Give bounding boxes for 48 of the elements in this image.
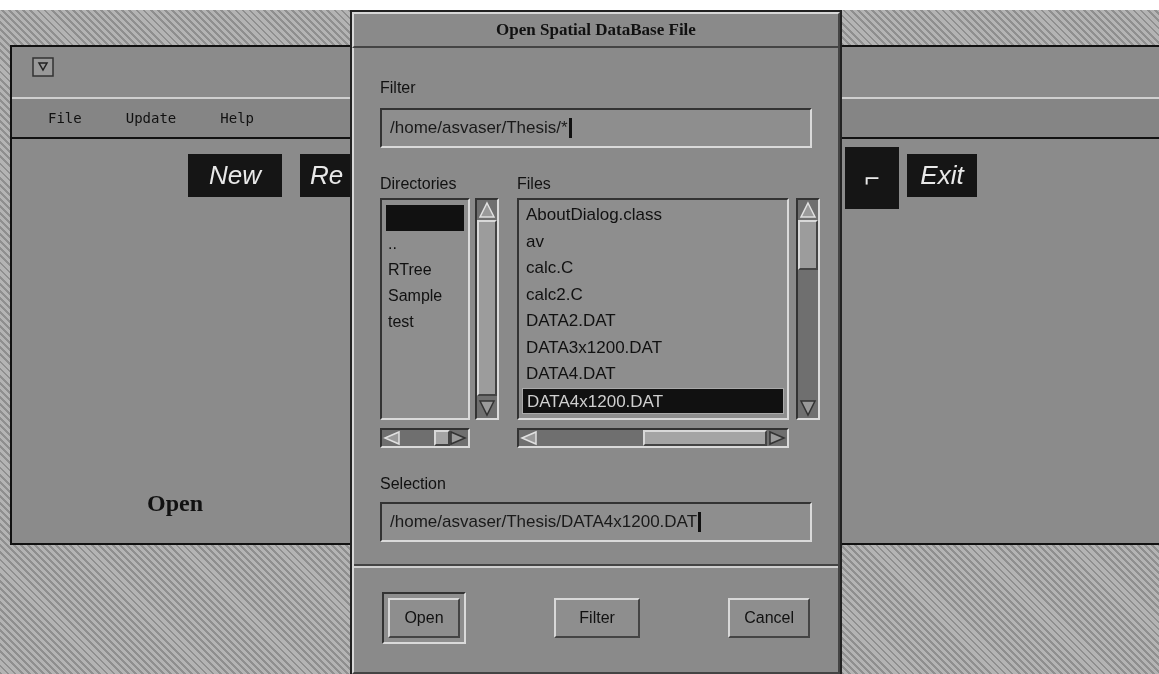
directory-row[interactable]: test [386, 309, 464, 335]
menu-item[interactable]: Update [125, 107, 177, 129]
vertical-scrollbar[interactable] [796, 198, 820, 420]
right-arrow-icon[interactable] [449, 430, 467, 446]
text-cursor-icon [568, 118, 572, 138]
toolbar-button[interactable]: New [188, 154, 282, 197]
down-arrow-icon[interactable] [799, 399, 817, 417]
directory-row[interactable]: .. [386, 231, 464, 257]
up-arrow-icon[interactable] [799, 201, 817, 219]
menu-item[interactable]: File [48, 107, 82, 129]
horizontal-scrollbar[interactable] [517, 428, 789, 448]
left-arrow-icon[interactable] [520, 430, 538, 446]
up-arrow-icon[interactable] [478, 201, 496, 219]
scroll-thumb[interactable] [434, 430, 450, 446]
dialog-button[interactable]: Filter [554, 598, 641, 638]
dialog-title: Open Spatial DataBase File [496, 19, 696, 42]
scroll-thumb[interactable] [477, 220, 497, 396]
directory-row[interactable]: Sample [386, 283, 464, 309]
list-row[interactable]: av [522, 228, 784, 255]
list-row[interactable]: AboutDialog.class [522, 202, 784, 229]
list-row[interactable]: DATA3x1200.DAT [522, 334, 784, 361]
window-menu-icon[interactable] [32, 57, 54, 77]
menu-item[interactable]: Help [220, 107, 254, 129]
scroll-thumb[interactable] [643, 430, 767, 446]
list-label: Files [517, 174, 552, 194]
dialog-button[interactable]: Open [382, 592, 466, 644]
field-label: Selection [380, 474, 447, 494]
directory-row[interactable]: RTree [386, 257, 464, 283]
list-row[interactable]: DATA2.DAT [522, 308, 784, 335]
text-cursor-icon [698, 512, 702, 532]
toolbar-button[interactable]: Re [300, 154, 352, 197]
scroll-thumb[interactable] [798, 220, 818, 270]
list-row[interactable]: DATA4x1200.DAT [522, 387, 784, 414]
toolbar-button[interactable]: ⌐ [845, 147, 899, 209]
toolbar-button[interactable]: Exit [907, 154, 977, 197]
list-row[interactable]: calc2.C [522, 281, 784, 308]
vertical-scrollbar[interactable] [475, 198, 499, 420]
field-label: Filter [380, 78, 417, 98]
filter-field[interactable]: /home/asvaser/Thesis/* [380, 108, 812, 148]
dialog-button[interactable]: Cancel [728, 598, 810, 638]
left-arrow-icon[interactable] [383, 430, 401, 446]
horizontal-scrollbar[interactable] [380, 428, 470, 448]
selection-field[interactable]: /home/asvaser/Thesis/DATA4x1200.DAT [380, 502, 812, 542]
down-arrow-icon[interactable] [478, 399, 496, 417]
list-row[interactable]: calc.C [522, 255, 784, 282]
right-arrow-icon[interactable] [768, 430, 786, 446]
list-label: Directories [380, 174, 458, 194]
list-row[interactable]: DATA4.DAT [522, 361, 784, 388]
